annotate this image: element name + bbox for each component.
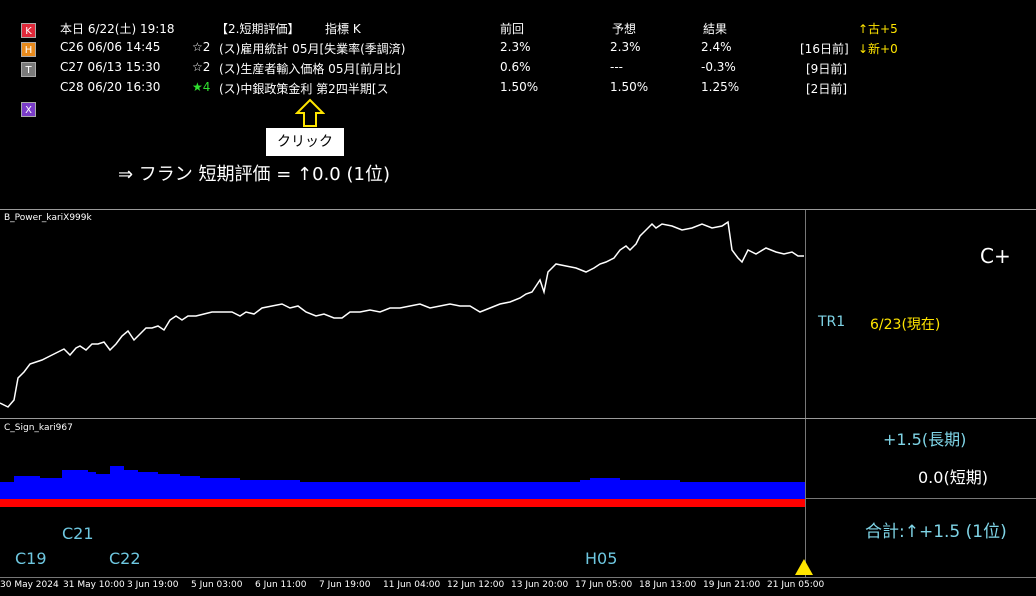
row-result: 2.4%: [701, 40, 732, 54]
summary-text: ⇒ フラン 短期評価 = ↑0.0 (1位): [118, 164, 390, 185]
x-button[interactable]: X: [21, 102, 36, 117]
row-name: (ス)中銀政策金利 第2四半期[ス: [219, 82, 389, 96]
x-axis-label: 17 Jun 05:00: [575, 580, 633, 590]
panel1-divider: [805, 210, 806, 418]
current-position-marker: [795, 559, 813, 575]
row-forecast: 2.3%: [610, 40, 641, 54]
row-code: C28 06/20 16:30: [60, 80, 161, 94]
event-label-c21[interactable]: C21: [62, 524, 94, 543]
row-ago: [2日前]: [806, 82, 847, 96]
x-axis-label: 5 Jun 03:00: [191, 580, 243, 590]
x-axis-label: 19 Jun 21:00: [703, 580, 761, 590]
today-date: 本日 6/22(土) 19:18: [60, 22, 175, 36]
up-count: ↑古+5: [858, 22, 898, 36]
event-label-c22[interactable]: C22: [109, 549, 141, 568]
right-divider: [806, 498, 1036, 499]
x-axis-label: 11 Jun 04:00: [383, 580, 441, 590]
click-callout[interactable]: クリック: [266, 128, 344, 156]
row-prev: 1.50%: [500, 80, 539, 94]
row-name: (ス)生産者輸入価格 05月[前月比]: [219, 62, 401, 76]
total-score: 合計:↑+1.5 (1位): [865, 522, 1007, 542]
x-axis-label: 12 Jun 12:00: [447, 580, 505, 590]
short-term-score: 0.0(短期): [918, 468, 988, 487]
row-result: 1.25%: [701, 80, 740, 94]
row-ago: [9日前]: [806, 62, 847, 76]
row-prev: 2.3%: [500, 40, 531, 54]
k-button[interactable]: K: [21, 23, 36, 38]
power-line-chart: [0, 220, 804, 408]
grade-label: C+: [980, 244, 1011, 268]
up-arrow-icon: [295, 98, 325, 127]
down-count: ↓新+0: [858, 42, 898, 56]
x-axis-label: 30 May 2024: [0, 580, 59, 590]
row-result: -0.3%: [701, 60, 736, 74]
row-star: ☆2: [192, 40, 211, 54]
col-prev-header: 前回: [500, 22, 525, 36]
indicator-label: 指標 K: [325, 22, 361, 36]
event-label-c19[interactable]: C19: [15, 549, 47, 568]
x-axis-line: [0, 577, 1036, 578]
row-forecast: 1.50%: [610, 80, 649, 94]
col-forecast-header: 予想: [612, 22, 637, 36]
row-code: C27 06/13 15:30: [60, 60, 161, 74]
tr-label: TR1: [818, 314, 846, 330]
x-axis-label: 7 Jun 19:00: [319, 580, 371, 590]
row-prev: 0.6%: [500, 60, 531, 74]
long-term-score: +1.5(長期): [883, 430, 967, 449]
row-ago: [16日前]: [800, 42, 849, 56]
row-star: ★4: [192, 80, 211, 94]
category-label: 【2.短期評価】: [216, 22, 300, 36]
current-date: 6/23(現在): [870, 317, 941, 333]
col-result-header: 結果: [703, 22, 728, 36]
row-code: C26 06/06 14:45: [60, 40, 161, 54]
row-star: ☆2: [192, 60, 211, 74]
sign-bar-chart: [0, 466, 805, 507]
x-axis-label: 6 Jun 11:00: [255, 580, 307, 590]
x-axis-label: 13 Jun 20:00: [511, 580, 569, 590]
x-axis-label: 31 May 10:00: [63, 580, 125, 590]
t-button[interactable]: T: [21, 62, 36, 77]
row-name: (ス)雇用統計 05月[失業率(季調済): [219, 42, 406, 56]
x-axis-label: 3 Jun 19:00: [127, 580, 179, 590]
x-axis-label: 18 Jun 13:00: [639, 580, 697, 590]
h-button[interactable]: H: [21, 42, 36, 57]
row-forecast: ---: [610, 60, 623, 74]
x-axis-label: 21 Jun 05:00: [767, 580, 825, 590]
event-label-h05[interactable]: H05: [585, 549, 617, 568]
